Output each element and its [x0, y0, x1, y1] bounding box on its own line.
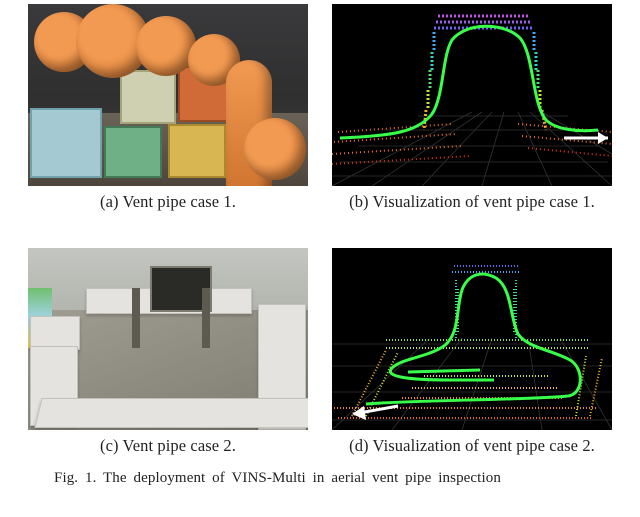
- subfig-row-1: (a) Vent pipe case 1.: [28, 4, 612, 212]
- figure-main-caption: Fig. 1. The deployment of VINS-Multi in …: [54, 470, 586, 487]
- duct-segment: [34, 398, 308, 428]
- box-decorative: [120, 70, 176, 124]
- orange-duct-segment: [244, 118, 306, 180]
- subfig-d-caption: (d) Visualization of vent pipe case 2.: [349, 436, 595, 456]
- subfig-c-image: [28, 248, 308, 430]
- subfig-c: (c) Vent pipe case 2.: [28, 248, 308, 456]
- box-decorative: [104, 126, 162, 178]
- subfig-a: (a) Vent pipe case 1.: [28, 4, 308, 212]
- box-decorative: [30, 108, 102, 178]
- support-rail: [202, 288, 210, 348]
- subfig-row-2: (c) Vent pipe case 2.: [28, 248, 612, 456]
- subfig-d: (d) Visualization of vent pipe case 2.: [332, 248, 612, 456]
- pointcloud-viz-1: [332, 4, 612, 186]
- trajectory-path-2: [408, 370, 480, 372]
- pointcloud-viz-2: [332, 248, 612, 430]
- subfig-c-caption: (c) Vent pipe case 2.: [100, 436, 236, 456]
- subfig-d-image: [332, 248, 612, 430]
- subfig-a-image: [28, 4, 308, 186]
- orange-duct-segment: [136, 16, 196, 76]
- duct-segment: [30, 316, 80, 350]
- support-rail: [132, 288, 140, 348]
- box-decorative: [168, 124, 226, 178]
- subfig-b: (b) Visualization of vent pipe case 1.: [332, 4, 612, 212]
- subfig-a-caption: (a) Vent pipe case 1.: [100, 192, 236, 212]
- subfig-b-caption: (b) Visualization of vent pipe case 1.: [349, 192, 595, 212]
- subfig-b-image: [332, 4, 612, 186]
- figure-1: (a) Vent pipe case 1.: [0, 0, 640, 487]
